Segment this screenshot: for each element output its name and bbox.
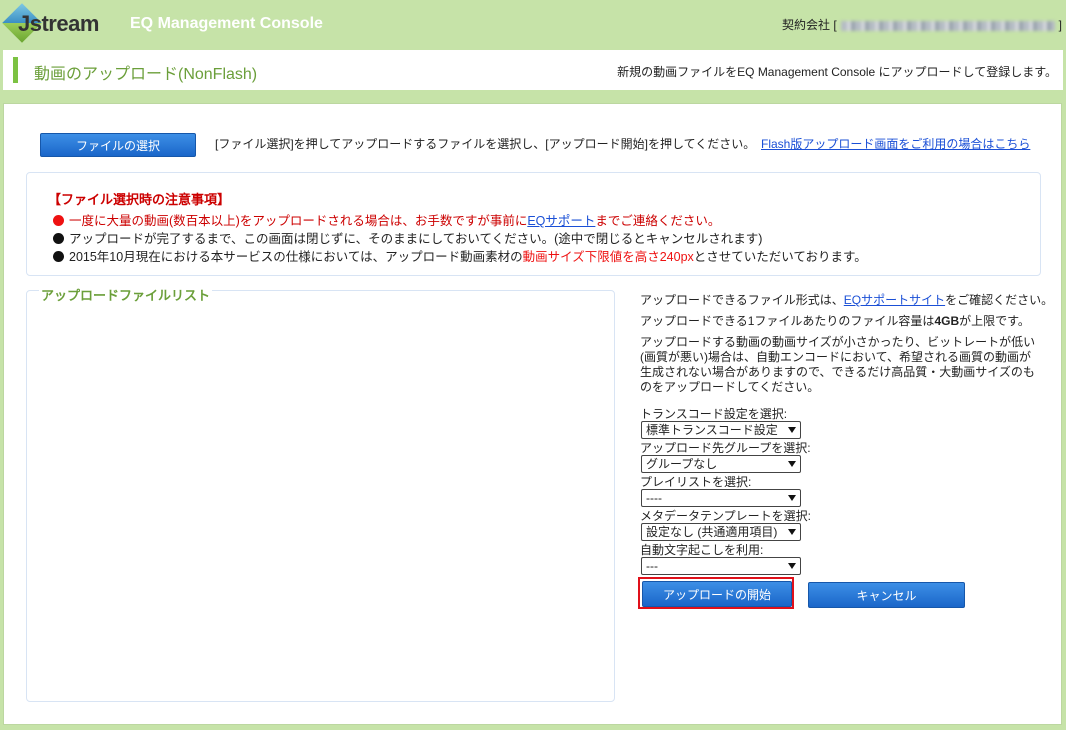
notice-line-spec: 2015年10月現在における本サービスの仕様においては、アップロード動画素材の動… — [53, 246, 867, 265]
transcode-select[interactable]: 標準トランスコード設定 — [641, 421, 801, 439]
company-info: 契約会社 [] — [782, 16, 1062, 33]
caption-select[interactable]: --- — [641, 557, 801, 575]
notice-line-bulk: 一度に大量の動画(数百本以上)をアップロードされる場合は、お手数ですが事前にEQ… — [53, 210, 720, 229]
upload-file-list[interactable]: アップロードファイルリスト — [26, 285, 615, 702]
transcode-label: トランスコード設定を選択: — [640, 407, 788, 421]
notice-line-spec-text: 2015年10月現在における本サービスの仕様においては、アップロード動画素材の — [69, 250, 523, 264]
file-list-legend: アップロードファイルリスト — [39, 285, 213, 304]
notice-line-keep-open-text: アップロードが完了するまで、この画面は閉じずに、そのままにしておいてください。(… — [69, 232, 763, 246]
flash-upload-link[interactable]: Flash版アップロード画面をご利用の場合はこちら — [761, 135, 1030, 152]
notice-line-bulk-text: 一度に大量の動画(数百本以上)をアップロードされる場合は、お手数ですが事前に — [69, 214, 528, 228]
size-limit-suffix: が上限です。 — [959, 314, 1030, 328]
metadata-select-value: 設定なし (共通適用項目) — [646, 525, 778, 539]
notice-line-spec-highlight: 動画サイズ下限値を高さ240px — [522, 250, 694, 264]
notice-heading: 【ファイル選択時の注意事項】 — [48, 192, 231, 207]
group-select-value: グループなし — [646, 457, 718, 471]
title-accent-bar — [13, 57, 18, 83]
cancel-button[interactable]: キャンセル — [808, 582, 965, 608]
transcode-select-value: 標準トランスコード設定 — [646, 423, 778, 437]
notice-line-bulk-suffix: までご連絡ください。 — [595, 214, 721, 228]
company-close: ] — [1058, 18, 1062, 32]
jstream-logo[interactable]: Jstream — [2, 3, 126, 45]
eq-support-link[interactable]: EQサポート — [527, 214, 595, 228]
eq-support-site-link[interactable]: EQサポートサイト — [844, 293, 945, 307]
upload-button-highlight: アップロードの開始 — [638, 577, 794, 609]
upload-notice-box: 【ファイル選択時の注意事項】 一度に大量の動画(数百本以上)をアップロードされる… — [26, 172, 1041, 276]
chevron-down-icon — [788, 461, 796, 467]
black-bullet-icon — [53, 233, 64, 244]
chevron-down-icon — [788, 529, 796, 535]
notice-line-keep-open: アップロードが完了するまで、この画面は閉じずに、そのままにしておいてください。(… — [53, 228, 762, 247]
start-upload-button[interactable]: アップロードの開始 — [642, 581, 792, 607]
format-info: アップロードできるファイル形式は、EQサポートサイトをご確認ください。 — [640, 293, 1053, 308]
black-bullet-icon — [53, 251, 64, 262]
metadata-label: メタデータテンプレートを選択: — [640, 509, 811, 523]
format-info-suffix: をご確認ください。 — [945, 293, 1054, 307]
page-description: 新規の動画ファイルをEQ Management Console にアップロードし… — [617, 65, 1057, 79]
chevron-down-icon — [788, 563, 796, 569]
app-title: EQ Management Console — [130, 15, 323, 32]
chevron-down-icon — [788, 495, 796, 501]
page-titlebar: 動画のアップロード(NonFlash) 新規の動画ファイルをEQ Managem… — [3, 50, 1063, 90]
size-limit-info: アップロードできる1ファイルあたりのファイル容量は4GBが上限です。 — [640, 314, 1030, 329]
quality-advice: アップロードする動画の動画サイズが小さかったり、ビットレートが低い(画質が悪い)… — [640, 335, 1036, 394]
caption-label: 自動文字起こしを利用: — [640, 543, 764, 557]
logo-text: Jstream — [18, 11, 99, 36]
group-select[interactable]: グループなし — [641, 455, 801, 473]
size-limit-value: 4GB — [934, 314, 960, 328]
upload-instruction: [ファイル選択]を押してアップロードするファイルを選択し、[アップロード開始]を… — [215, 137, 756, 151]
group-label: アップロード先グループを選択: — [640, 441, 811, 455]
page-title: 動画のアップロード(NonFlash) — [34, 66, 258, 83]
main-panel: ファイルの選択 [ファイル選択]を押してアップロードするファイルを選択し、[アッ… — [3, 103, 1062, 725]
caption-select-value: --- — [646, 559, 658, 573]
playlist-select-value: ---- — [646, 491, 662, 505]
select-file-button[interactable]: ファイルの選択 — [40, 133, 196, 157]
metadata-select[interactable]: 設定なし (共通適用項目) — [641, 523, 801, 541]
notice-line-spec-suffix: とさせていただいております。 — [693, 250, 867, 264]
chevron-down-icon — [788, 427, 796, 433]
company-name-redacted — [840, 20, 1055, 31]
format-info-text: アップロードできるファイル形式は、 — [640, 293, 844, 307]
red-bullet-icon — [53, 215, 64, 226]
company-label: 契約会社 [ — [781, 18, 837, 32]
playlist-label: プレイリストを選択: — [640, 475, 752, 489]
playlist-select[interactable]: ---- — [641, 489, 801, 507]
size-limit-text: アップロードできる1ファイルあたりのファイル容量は — [640, 314, 935, 328]
app-header: Jstream EQ Management Console 契約会社 [] — [0, 0, 1066, 50]
